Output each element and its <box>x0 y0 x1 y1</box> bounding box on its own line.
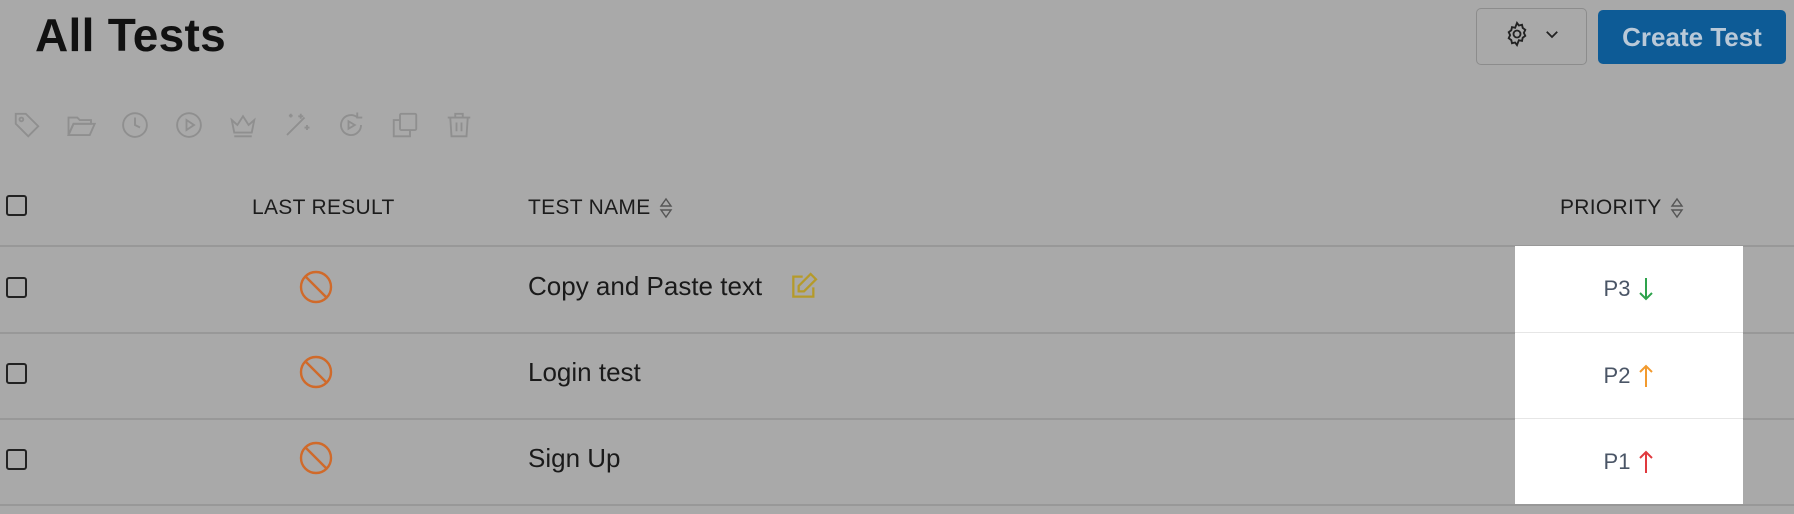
test-name-link[interactable]: Login test <box>528 357 641 388</box>
blocked-icon <box>299 270 333 304</box>
priority-cell[interactable]: P3 <box>1515 246 1743 332</box>
arrow-up-icon <box>1639 450 1654 473</box>
create-test-button[interactable]: Create Test <box>1598 10 1786 64</box>
priority-column-highlight: P3 P2 P1 <box>1515 246 1743 504</box>
priority-cell[interactable]: P2 <box>1515 332 1743 418</box>
bulk-actions-toolbar <box>12 108 498 142</box>
magic-wand-icon[interactable] <box>282 108 336 142</box>
sort-icon <box>659 197 672 219</box>
sort-icon <box>1670 197 1683 219</box>
test-name-link[interactable]: Copy and Paste text <box>528 270 820 302</box>
arrow-down-icon <box>1639 278 1654 301</box>
chevron-down-icon <box>1543 25 1561 48</box>
folder-open-icon[interactable] <box>66 108 120 142</box>
arrow-up-icon <box>1639 364 1654 387</box>
row-checkbox[interactable] <box>6 449 27 470</box>
play-icon[interactable] <box>174 108 228 142</box>
gear-icon <box>1503 20 1531 53</box>
column-header-test-name[interactable]: TEST NAME <box>528 196 673 220</box>
blocked-icon <box>299 441 333 475</box>
row-checkbox[interactable] <box>6 277 27 298</box>
priority-label: P3 <box>1603 276 1631 301</box>
priority-cell[interactable]: P1 <box>1515 418 1743 504</box>
clock-icon[interactable] <box>120 108 174 142</box>
edit-icon[interactable] <box>788 270 820 302</box>
rerun-icon[interactable] <box>336 108 390 142</box>
trash-icon[interactable] <box>444 108 498 142</box>
column-header-last-result[interactable]: LAST RESULT <box>252 196 395 220</box>
priority-label: P1 <box>1603 448 1631 474</box>
blocked-icon <box>299 355 333 389</box>
settings-dropdown-button[interactable] <box>1476 8 1587 65</box>
copy-icon[interactable] <box>390 108 444 142</box>
column-header-priority[interactable]: PRIORITY <box>1560 196 1684 220</box>
row-divider <box>0 504 1794 506</box>
row-checkbox[interactable] <box>6 363 27 384</box>
all-tests-page: All Tests Create Test LAST RESULT TEST N… <box>0 0 1794 514</box>
test-name-link[interactable]: Sign Up <box>528 443 621 474</box>
tag-icon[interactable] <box>12 108 66 142</box>
crown-icon[interactable] <box>228 108 282 142</box>
page-title: All Tests <box>35 9 227 61</box>
select-all-checkbox[interactable] <box>6 195 27 216</box>
priority-label: P2 <box>1603 362 1631 388</box>
